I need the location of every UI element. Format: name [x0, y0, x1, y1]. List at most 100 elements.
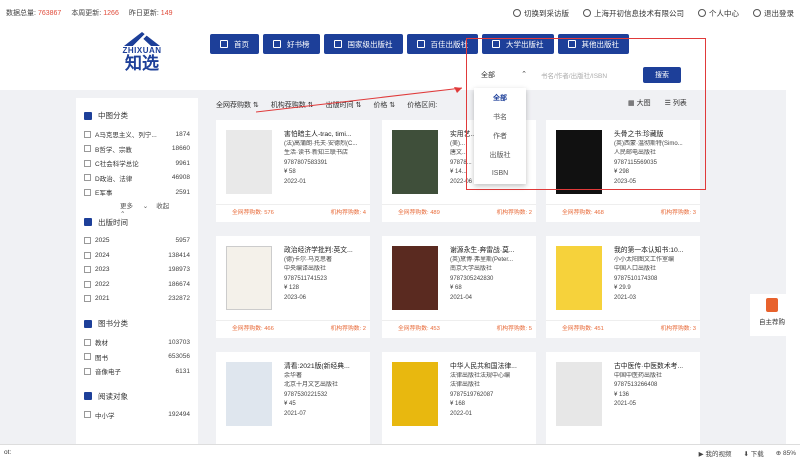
- filter-item[interactable]: 2021 232872: [84, 292, 190, 307]
- book-icon: [416, 40, 425, 48]
- filter-item[interactable]: D政治、法律 46908: [84, 171, 190, 186]
- book-cover[interactable]: [556, 362, 602, 426]
- option-all[interactable]: 全部: [474, 88, 526, 107]
- download-button[interactable]: ⬇ 下载: [743, 448, 763, 458]
- book-isbn: 9787807583391: [284, 159, 328, 166]
- search-button[interactable]: 搜索: [643, 67, 681, 83]
- checkbox[interactable]: [84, 130, 91, 138]
- checkbox[interactable]: [84, 174, 91, 182]
- option-title[interactable]: 书名: [474, 107, 526, 126]
- nav-good-books[interactable]: 好书榜: [263, 34, 320, 54]
- search-scope-select[interactable]: 全部 ⌃: [481, 70, 537, 80]
- checkbox[interactable]: [84, 295, 91, 303]
- book-price: ¥ 45: [284, 401, 296, 407]
- book-title[interactable]: 谢源永生·奔雷战·莫...: [450, 246, 534, 256]
- book-icon: [84, 319, 92, 328]
- filter-item[interactable]: 音像电子 6131: [84, 364, 190, 379]
- book-card[interactable]: 我的第一本认知书:10... 小小太阳图文工作室编 中国人口出版社 978751017…: [546, 236, 700, 338]
- book-cover[interactable]: [392, 246, 438, 310]
- checkbox[interactable]: [84, 159, 91, 167]
- self-recommend-button[interactable]: 自主荐购: [750, 294, 794, 336]
- personal-center-link[interactable]: 个人中心: [698, 8, 739, 19]
- checkbox[interactable]: [84, 266, 91, 274]
- option-publisher[interactable]: 出版社: [474, 145, 526, 164]
- book-title[interactable]: 政治经济学批判:英文...: [284, 246, 368, 256]
- book-card[interactable]: 清看:2021版(新经典... 余华著 北京十月文艺出版社 9787530221532…: [216, 352, 370, 454]
- book-cover[interactable]: [392, 362, 438, 426]
- filter-item[interactable]: 图书 653056: [84, 350, 190, 365]
- filter-item[interactable]: C社会科学总论 9961: [84, 156, 190, 171]
- more-button[interactable]: 更多 ⌄: [120, 203, 148, 210]
- book-date: 2022-01: [284, 178, 307, 185]
- search-input[interactable]: 书名/作者/出版社/ISBN: [537, 67, 643, 83]
- book-isbn: 9787513266408: [614, 382, 658, 388]
- filter-item[interactable]: 2025 5957: [84, 234, 190, 249]
- book-title[interactable]: 中华人民共和国法律...: [450, 362, 534, 372]
- book-isbn: 9787530221532: [284, 391, 328, 398]
- checkbox[interactable]: [84, 411, 91, 419]
- checkbox[interactable]: [84, 237, 91, 245]
- option-isbn[interactable]: ISBN: [474, 164, 526, 183]
- book-isbn: 9787510174308: [614, 275, 658, 282]
- zoom-level[interactable]: ⊕ 85%: [776, 449, 796, 457]
- checkbox[interactable]: [84, 251, 91, 259]
- logo[interactable]: ZHIXUAN 知选: [112, 30, 172, 78]
- filter-item[interactable]: 中小学 192494: [84, 408, 190, 423]
- checkbox[interactable]: [84, 145, 91, 153]
- filter-item[interactable]: 2023 198973: [84, 263, 190, 278]
- book-cover[interactable]: [392, 130, 438, 194]
- filter-item[interactable]: B哲学、宗教 18660: [84, 142, 190, 157]
- reader-icon: [84, 392, 92, 400]
- book-title[interactable]: 清看:2021版(新经典...: [284, 362, 368, 372]
- filter-item[interactable]: A马克思主义、列宁... 1874: [84, 127, 190, 142]
- self-recommend-label: 自主荐购: [759, 319, 785, 326]
- option-author[interactable]: 作者: [474, 126, 526, 145]
- checkbox[interactable]: [84, 353, 91, 361]
- filter-item[interactable]: E军事 2591: [84, 185, 190, 200]
- book-card[interactable]: 谢源永生·奔雷战·莫... (英)黛博·弗里斯(Peter... 南京大学出版社 97…: [382, 236, 536, 338]
- document-icon: [766, 298, 778, 312]
- zoom-icon: ⊕: [775, 449, 782, 457]
- my-video-button[interactable]: ▶ 我的视频: [699, 448, 732, 458]
- filter-item[interactable]: 教材 103703: [84, 335, 190, 350]
- checkbox[interactable]: [84, 338, 91, 346]
- book-title[interactable]: 我的第一本认知书:10...: [614, 246, 698, 256]
- chevron-up-icon: ⌃: [521, 71, 527, 78]
- switch-link[interactable]: 切换到采访版: [513, 8, 569, 19]
- sort-net-recommend[interactable]: 全网荐购数 ⇅: [216, 100, 259, 110]
- book-cover[interactable]: [556, 246, 602, 310]
- company-link[interactable]: 上海开初信息技术有限公司: [583, 8, 684, 19]
- book-isbn: 9787511741523: [284, 275, 327, 282]
- book-card[interactable]: 古中医传·中医数术考... 中国中医药出版社 9787513266408 ¥ 136 2…: [546, 352, 700, 454]
- book-author: (英)黛博·弗里斯(Peter...: [450, 256, 514, 263]
- checkbox[interactable]: [84, 367, 91, 375]
- stat-yesterday: 昨日更新: 149: [128, 10, 173, 17]
- book-price: ¥ 68: [450, 285, 462, 291]
- book-card[interactable]: 害怕暗主人-trac, timi... (法)高蒲朗·托夫·安德烈(C... 生活·…: [216, 120, 370, 222]
- filter-item[interactable]: 2022 186674: [84, 277, 190, 292]
- checkbox[interactable]: [84, 188, 91, 196]
- book-isbn: 9787519762087: [450, 391, 494, 398]
- filter-item[interactable]: 2024 138414: [84, 248, 190, 263]
- book-cover[interactable]: [226, 130, 272, 194]
- stat-total: 数据总量: 763867: [6, 10, 62, 17]
- user-icon: [698, 8, 706, 17]
- net-recommend-count: 全网荐购数: 466: [232, 326, 274, 332]
- book-cover[interactable]: [226, 362, 272, 426]
- net-recommend-count: 全网荐购数: 453: [398, 326, 440, 332]
- book-card[interactable]: 政治经济学批判:英文... (德)卡尔·马克思著 中央编译出版社 9787511741…: [216, 236, 370, 338]
- right-scrollbar[interactable]: [786, 26, 800, 444]
- book-title[interactable]: 古中医传·中医数术考...: [614, 362, 698, 372]
- org-recommend-count: 机构荐购数: 5: [496, 326, 532, 332]
- book-author: (法)高蒲朗·托夫·安德烈(C...: [284, 140, 358, 147]
- download-icon: ⬇: [743, 450, 749, 458]
- logout-link[interactable]: 退出登录: [753, 8, 794, 19]
- status-bar: ot: ▶ 我的视频 ⬇ 下载 ⊕ 85%: [0, 444, 800, 460]
- nav-national-publishers[interactable]: 国家级出版社: [323, 34, 403, 54]
- book-author: 余华著: [284, 372, 303, 379]
- book-title[interactable]: 害怕暗主人-trac, timi...: [284, 130, 368, 140]
- nav-home[interactable]: 首页: [210, 34, 259, 54]
- book-card[interactable]: 中华人民共和国法律... 法律出版社法规中心编 法律出版社 9787519762087…: [382, 352, 536, 454]
- checkbox[interactable]: [84, 280, 91, 288]
- book-cover[interactable]: [226, 246, 272, 310]
